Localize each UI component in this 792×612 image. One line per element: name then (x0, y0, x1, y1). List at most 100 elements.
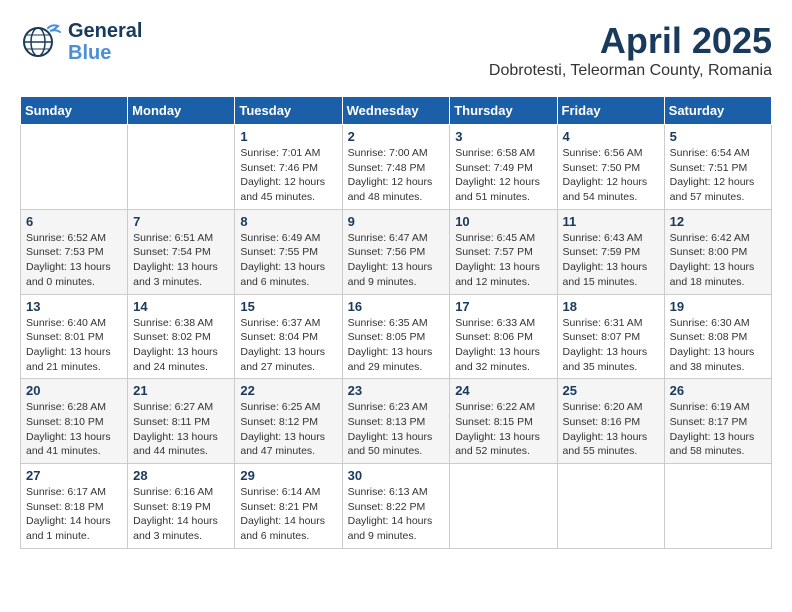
page-header: General Blue April 2025 Dobrotesti, Tele… (20, 20, 772, 80)
calendar-week-row: 27 Sunrise: 6:17 AM Sunset: 8:18 PM Dayli… (21, 464, 772, 549)
day-info: Sunrise: 6:49 AM Sunset: 7:55 PM Dayligh… (240, 231, 336, 290)
day-number: 16 (348, 299, 445, 314)
calendar-day-cell: 17 Sunrise: 6:33 AM Sunset: 8:06 PM Dayli… (450, 294, 557, 379)
calendar-header-row: SundayMondayTuesdayWednesdayThursdayFrid… (21, 97, 772, 125)
calendar-day-cell: 3 Sunrise: 6:58 AM Sunset: 7:49 PM Daylig… (450, 125, 557, 210)
day-number: 11 (563, 214, 659, 229)
calendar-day-cell: 19Sunrise: 6:30 AM Sunset: 8:08 PM Dayli… (664, 294, 771, 379)
day-info: Sunrise: 6:43 AM Sunset: 7:59 PM Dayligh… (563, 231, 659, 290)
day-info: Sunrise: 6:16 AM Sunset: 8:19 PM Dayligh… (133, 485, 229, 544)
calendar-day-cell: 13Sunrise: 6:40 AM Sunset: 8:01 PM Dayli… (21, 294, 128, 379)
day-number: 19 (670, 299, 766, 314)
day-info: Sunrise: 6:17 AM Sunset: 8:18 PM Dayligh… (26, 485, 122, 544)
calendar-day-cell: 26 Sunrise: 6:19 AM Sunset: 8:17 PM Dayli… (664, 379, 771, 464)
day-info: Sunrise: 6:31 AM Sunset: 8:07 PM Dayligh… (563, 316, 659, 375)
day-info: Sunrise: 6:25 AM Sunset: 8:12 PM Dayligh… (240, 400, 336, 459)
day-info: Sunrise: 6:47 AM Sunset: 7:56 PM Dayligh… (348, 231, 445, 290)
calendar-day-cell: 27 Sunrise: 6:17 AM Sunset: 8:18 PM Dayli… (21, 464, 128, 549)
day-info: Sunrise: 6:54 AM Sunset: 7:51 PM Dayligh… (670, 146, 766, 205)
day-number: 26 (670, 383, 766, 398)
logo-line2: Blue (68, 42, 142, 64)
day-number: 2 (348, 129, 445, 144)
logo: General Blue (20, 20, 142, 64)
logo-line1: General (68, 20, 142, 42)
calendar-week-row: 13Sunrise: 6:40 AM Sunset: 8:01 PM Dayli… (21, 294, 772, 379)
calendar-week-row: 6 Sunrise: 6:52 AM Sunset: 7:53 PM Daylig… (21, 209, 772, 294)
day-info: Sunrise: 6:23 AM Sunset: 8:13 PM Dayligh… (348, 400, 445, 459)
calendar-table: SundayMondayTuesdayWednesdayThursdayFrid… (20, 96, 772, 549)
day-info: Sunrise: 6:38 AM Sunset: 8:02 PM Dayligh… (133, 316, 229, 375)
day-info: Sunrise: 6:37 AM Sunset: 8:04 PM Dayligh… (240, 316, 336, 375)
weekday-header-thursday: Thursday (450, 97, 557, 125)
calendar-day-cell: 4Sunrise: 6:56 AM Sunset: 7:50 PM Daylig… (557, 125, 664, 210)
weekday-header-tuesday: Tuesday (235, 97, 342, 125)
month-title: April 2025 (489, 20, 772, 62)
calendar-day-cell: 9Sunrise: 6:47 AM Sunset: 7:56 PM Daylig… (342, 209, 450, 294)
day-info: Sunrise: 6:22 AM Sunset: 8:15 PM Dayligh… (455, 400, 551, 459)
day-info: Sunrise: 6:58 AM Sunset: 7:49 PM Dayligh… (455, 146, 551, 205)
empty-day-cell (664, 464, 771, 549)
day-info: Sunrise: 6:42 AM Sunset: 8:00 PM Dayligh… (670, 231, 766, 290)
day-info: Sunrise: 6:28 AM Sunset: 8:10 PM Dayligh… (26, 400, 122, 459)
day-number: 25 (563, 383, 659, 398)
calendar-day-cell: 18 Sunrise: 6:31 AM Sunset: 8:07 PM Dayli… (557, 294, 664, 379)
empty-day-cell (557, 464, 664, 549)
day-number: 8 (240, 214, 336, 229)
day-number: 3 (455, 129, 551, 144)
calendar-day-cell: 8 Sunrise: 6:49 AM Sunset: 7:55 PM Daylig… (235, 209, 342, 294)
calendar-day-cell: 6 Sunrise: 6:52 AM Sunset: 7:53 PM Daylig… (21, 209, 128, 294)
day-number: 7 (133, 214, 229, 229)
calendar-day-cell: 11 Sunrise: 6:43 AM Sunset: 7:59 PM Dayli… (557, 209, 664, 294)
day-number: 13 (26, 299, 122, 314)
day-number: 22 (240, 383, 336, 398)
day-number: 30 (348, 468, 445, 483)
day-number: 12 (670, 214, 766, 229)
day-number: 15 (240, 299, 336, 314)
day-number: 6 (26, 214, 122, 229)
day-number: 10 (455, 214, 551, 229)
day-info: Sunrise: 6:33 AM Sunset: 8:06 PM Dayligh… (455, 316, 551, 375)
day-info: Sunrise: 7:01 AM Sunset: 7:46 PM Dayligh… (240, 146, 336, 205)
weekday-header-friday: Friday (557, 97, 664, 125)
calendar-day-cell: 29 Sunrise: 6:14 AM Sunset: 8:21 PM Dayli… (235, 464, 342, 549)
day-number: 21 (133, 383, 229, 398)
empty-day-cell (21, 125, 128, 210)
calendar-day-cell: 10 Sunrise: 6:45 AM Sunset: 7:57 PM Dayli… (450, 209, 557, 294)
day-info: Sunrise: 6:51 AM Sunset: 7:54 PM Dayligh… (133, 231, 229, 290)
day-info: Sunrise: 6:56 AM Sunset: 7:50 PM Dayligh… (563, 146, 659, 205)
calendar-day-cell: 23 Sunrise: 6:23 AM Sunset: 8:13 PM Dayli… (342, 379, 450, 464)
day-number: 23 (348, 383, 445, 398)
empty-day-cell (450, 464, 557, 549)
day-info: Sunrise: 6:27 AM Sunset: 8:11 PM Dayligh… (133, 400, 229, 459)
calendar-day-cell: 20 Sunrise: 6:28 AM Sunset: 8:10 PM Dayli… (21, 379, 128, 464)
day-info: Sunrise: 6:19 AM Sunset: 8:17 PM Dayligh… (670, 400, 766, 459)
day-number: 5 (670, 129, 766, 144)
calendar-day-cell: 28 Sunrise: 6:16 AM Sunset: 8:19 PM Dayli… (128, 464, 235, 549)
day-info: Sunrise: 6:14 AM Sunset: 8:21 PM Dayligh… (240, 485, 336, 544)
day-number: 18 (563, 299, 659, 314)
day-info: Sunrise: 6:52 AM Sunset: 7:53 PM Dayligh… (26, 231, 122, 290)
day-number: 29 (240, 468, 336, 483)
day-info: Sunrise: 6:20 AM Sunset: 8:16 PM Dayligh… (563, 400, 659, 459)
calendar-day-cell: 7 Sunrise: 6:51 AM Sunset: 7:54 PM Daylig… (128, 209, 235, 294)
day-number: 17 (455, 299, 551, 314)
calendar-day-cell: 12 Sunrise: 6:42 AM Sunset: 8:00 PM Dayli… (664, 209, 771, 294)
day-number: 27 (26, 468, 122, 483)
day-info: Sunrise: 7:00 AM Sunset: 7:48 PM Dayligh… (348, 146, 445, 205)
calendar-day-cell: 16Sunrise: 6:35 AM Sunset: 8:05 PM Dayli… (342, 294, 450, 379)
calendar-day-cell: 2 Sunrise: 7:00 AM Sunset: 7:48 PM Daylig… (342, 125, 450, 210)
day-number: 1 (240, 129, 336, 144)
calendar-day-cell: 14 Sunrise: 6:38 AM Sunset: 8:02 PM Dayli… (128, 294, 235, 379)
calendar-day-cell: 22 Sunrise: 6:25 AM Sunset: 8:12 PM Dayli… (235, 379, 342, 464)
title-block: April 2025 Dobrotesti, Teleorman County,… (489, 20, 772, 80)
calendar-day-cell: 24Sunrise: 6:22 AM Sunset: 8:15 PM Dayli… (450, 379, 557, 464)
day-number: 14 (133, 299, 229, 314)
calendar-day-cell: 15 Sunrise: 6:37 AM Sunset: 8:04 PM Dayli… (235, 294, 342, 379)
empty-day-cell (128, 125, 235, 210)
weekday-header-monday: Monday (128, 97, 235, 125)
day-number: 28 (133, 468, 229, 483)
day-info: Sunrise: 6:45 AM Sunset: 7:57 PM Dayligh… (455, 231, 551, 290)
logo-icon (20, 20, 64, 64)
weekday-header-wednesday: Wednesday (342, 97, 450, 125)
day-number: 20 (26, 383, 122, 398)
